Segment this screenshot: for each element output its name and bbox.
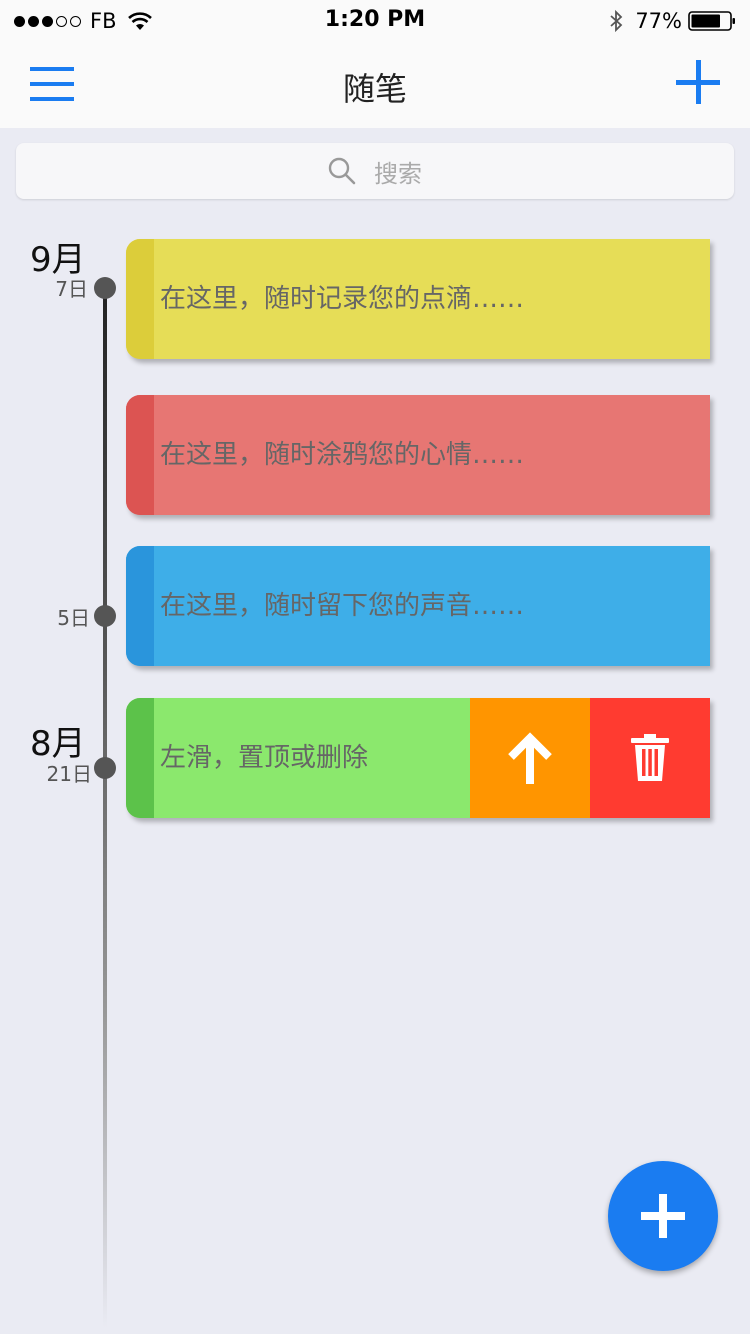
nav-bar: 随笔 xyxy=(0,42,750,128)
search-bar[interactable]: 搜索 xyxy=(16,143,734,199)
bluetooth-icon xyxy=(610,9,623,33)
note-text: 在这里，随时涂鸦您的心情…… xyxy=(160,440,525,470)
note-text: 左滑，置顶或删除 xyxy=(160,743,369,773)
note-card-swiped[interactable]: 左滑，置顶或删除 xyxy=(126,698,710,818)
battery-area: 77% xyxy=(609,6,736,36)
note-card[interactable]: 在这里，随时记录您的点滴…… xyxy=(126,239,710,359)
timeline-node xyxy=(94,605,116,627)
add-note-plus-icon[interactable] xyxy=(676,60,720,104)
battery-percent: 77% xyxy=(635,9,682,33)
note-color-stripe xyxy=(126,239,154,359)
arrow-up-icon xyxy=(508,732,552,784)
day-label: 7日 xyxy=(55,277,88,301)
status-bar: FB 1:20 PM 77% xyxy=(0,0,750,42)
pin-to-top-button[interactable] xyxy=(470,698,590,818)
day-label: 5日 xyxy=(57,606,90,630)
note-color-stripe xyxy=(126,395,154,515)
note-text: 在这里，随时记录您的点滴…… xyxy=(160,284,525,314)
search-icon xyxy=(328,157,356,185)
delete-button[interactable] xyxy=(590,698,710,818)
battery-icon xyxy=(688,11,735,31)
note-card[interactable]: 在这里，随时留下您的声音…… xyxy=(126,546,710,666)
note-card[interactable]: 在这里，随时涂鸦您的心情…… xyxy=(126,395,710,515)
timeline-node xyxy=(94,757,116,779)
day-label: 21日 xyxy=(46,762,92,786)
timeline-line xyxy=(103,288,107,1328)
page-title: 随笔 xyxy=(342,70,407,108)
trash-icon xyxy=(631,734,669,781)
timeline-node xyxy=(94,277,116,299)
note-text: 在这里，随时留下您的声音…… xyxy=(160,591,525,621)
floating-add-button[interactable] xyxy=(608,1161,718,1271)
search-placeholder: 搜索 xyxy=(374,159,422,188)
note-color-stripe xyxy=(126,698,154,818)
note-color-stripe xyxy=(126,546,154,666)
